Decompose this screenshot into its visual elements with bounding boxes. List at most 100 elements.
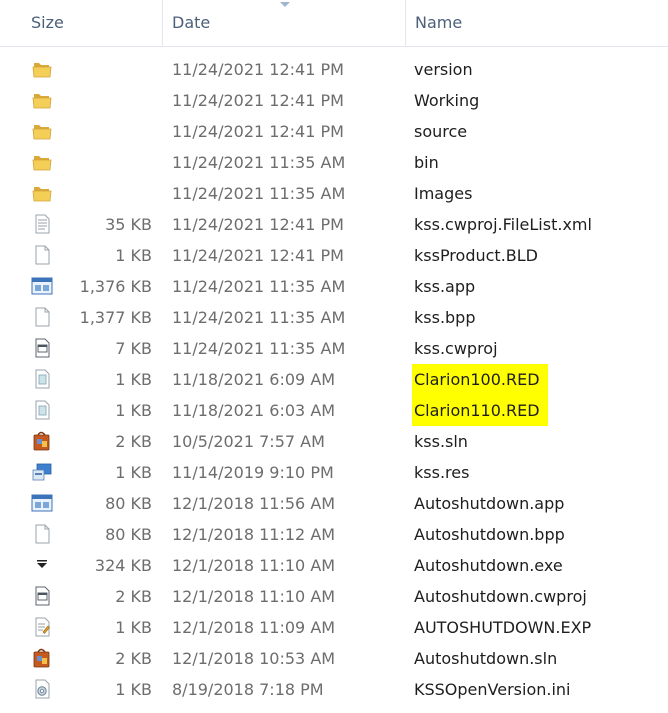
file-date: 11/14/2019 9:10 PM <box>172 463 334 482</box>
settings-file-icon <box>31 679 53 699</box>
solution-file-icon <box>31 431 53 451</box>
file-date: 11/24/2021 12:41 PM <box>172 122 344 141</box>
file-name[interactable]: version <box>414 54 473 85</box>
folder-icon <box>31 121 53 141</box>
file-row[interactable]: 1,377 KB 11/24/2021 11:35 AM kss.bpp <box>0 302 668 333</box>
file-name[interactable]: AUTOSHUTDOWN.EXP <box>414 612 591 643</box>
blank-file-icon <box>31 524 53 544</box>
file-list: 11/24/2021 12:41 PM version 11/24/2021 12:… <box>0 54 668 705</box>
blank-file-icon <box>31 245 53 265</box>
file-name[interactable]: kssProduct.BLD <box>414 240 538 271</box>
file-name[interactable]: Autoshutdown.sln <box>414 643 557 674</box>
sort-indicator-icon <box>280 2 290 7</box>
file-row[interactable]: 2 KB 12/1/2018 11:10 AM Autoshutdown.cwpro… <box>0 581 668 612</box>
file-row[interactable]: 1 KB 11/18/2021 6:03 AM Clarion110.RED <box>0 395 668 426</box>
file-row[interactable]: 1,376 KB 11/24/2021 11:35 AM kss.app <box>0 271 668 302</box>
file-size: 1 KB <box>115 463 152 482</box>
column-header-name[interactable]: Name <box>406 0 668 46</box>
file-name[interactable]: bin <box>414 147 439 178</box>
file-date: 12/1/2018 11:56 AM <box>172 494 336 513</box>
file-name[interactable]: Autoshutdown.app <box>414 488 564 519</box>
file-row[interactable]: 7 KB 11/24/2021 11:35 AM kss.cwproj <box>0 333 668 364</box>
file-name[interactable]: source <box>414 116 467 147</box>
file-size: 1 KB <box>115 618 152 637</box>
file-size: 35 KB <box>105 215 152 234</box>
file-date: 11/24/2021 11:35 AM <box>172 277 346 296</box>
file-date: 11/24/2021 11:35 AM <box>172 184 346 203</box>
solution-file-icon <box>31 648 53 668</box>
file-name[interactable]: kss.cwproj.FileList.xml <box>414 209 592 240</box>
file-row[interactable]: 80 KB 12/1/2018 11:12 AM Autoshutdown.bpp <box>0 519 668 550</box>
file-name[interactable]: Clarion110.RED <box>412 395 548 426</box>
folder-icon <box>31 90 53 110</box>
file-name[interactable]: kss.cwproj <box>414 333 498 364</box>
file-name[interactable]: kss.sln <box>414 426 468 457</box>
blank-file-icon <box>31 307 53 327</box>
file-row[interactable]: 11/24/2021 12:41 PM source <box>0 116 668 147</box>
file-row[interactable]: 324 KB 12/1/2018 11:10 AM Autoshutdown.exe <box>0 550 668 581</box>
file-name[interactable]: Working <box>414 85 479 116</box>
file-size: 1,376 KB <box>79 277 152 296</box>
file-row[interactable]: 80 KB 12/1/2018 11:56 AM Autoshutdown.app <box>0 488 668 519</box>
file-date: 10/5/2021 7:57 AM <box>172 432 325 451</box>
file-date: 11/24/2021 12:41 PM <box>172 60 344 79</box>
file-size: 324 KB <box>94 556 152 575</box>
folder-icon <box>31 183 53 203</box>
file-row[interactable]: 1 KB 12/1/2018 11:09 AM AUTOSHUTDOWN.EXP <box>0 612 668 643</box>
file-date: 12/1/2018 11:10 AM <box>172 556 336 575</box>
file-row[interactable]: 2 KB 10/5/2021 7:57 AM kss.sln <box>0 426 668 457</box>
file-size: 1,377 KB <box>79 308 152 327</box>
file-date: 11/24/2021 12:41 PM <box>172 91 344 110</box>
file-row[interactable]: 35 KB 11/24/2021 12:41 PM kss.cwproj.FileL… <box>0 209 668 240</box>
file-row[interactable]: 11/24/2021 12:41 PM version <box>0 54 668 85</box>
project-file-icon <box>31 338 53 358</box>
file-date: 12/1/2018 10:53 AM <box>172 649 336 668</box>
file-size: 1 KB <box>115 401 152 420</box>
column-header-bar: Size Date Name <box>0 0 668 47</box>
file-size: 2 KB <box>115 587 152 606</box>
file-date: 11/24/2021 12:41 PM <box>172 215 344 234</box>
file-size: 2 KB <box>115 649 152 668</box>
file-name[interactable]: kss.app <box>414 271 475 302</box>
file-name[interactable]: Autoshutdown.cwproj <box>414 581 587 612</box>
column-header-size[interactable]: Size <box>22 0 162 46</box>
file-row[interactable]: 11/24/2021 11:35 AM bin <box>0 147 668 178</box>
project-file-icon <box>31 586 53 606</box>
file-date: 11/18/2021 6:09 AM <box>172 370 336 389</box>
file-row[interactable]: 1 KB 11/24/2021 12:41 PM kssProduct.BLD <box>0 240 668 271</box>
file-row[interactable]: 11/24/2021 11:35 AM Images <box>0 178 668 209</box>
file-size: 7 KB <box>115 339 152 358</box>
app-window-icon <box>31 493 53 513</box>
exp-file-icon <box>31 617 53 637</box>
app-window-icon <box>31 276 53 296</box>
file-date: 11/18/2021 6:03 AM <box>172 401 336 420</box>
file-size: 1 KB <box>115 246 152 265</box>
file-row[interactable]: 1 KB 8/19/2018 7:18 PM KSSOpenVersion.ini <box>0 674 668 705</box>
file-row[interactable]: 1 KB 11/14/2019 9:10 PM kss.res <box>0 457 668 488</box>
file-date: 8/19/2018 7:18 PM <box>172 680 324 699</box>
file-name[interactable]: Autoshutdown.exe <box>414 550 563 581</box>
file-name[interactable]: kss.bpp <box>414 302 476 333</box>
file-size: 2 KB <box>115 432 152 451</box>
file-date: 12/1/2018 11:12 AM <box>172 525 336 544</box>
file-size: 80 KB <box>105 525 152 544</box>
file-name[interactable]: kss.res <box>414 457 469 488</box>
file-name[interactable]: Clarion100.RED <box>412 364 548 395</box>
file-row[interactable]: 11/24/2021 12:41 PM Working <box>0 85 668 116</box>
red-file-icon <box>31 369 53 389</box>
file-name[interactable]: KSSOpenVersion.ini <box>414 674 571 705</box>
file-date: 11/24/2021 12:41 PM <box>172 246 344 265</box>
file-size: 1 KB <box>115 370 152 389</box>
file-date: 11/24/2021 11:35 AM <box>172 153 346 172</box>
resource-file-icon <box>31 462 53 482</box>
file-name[interactable]: Autoshutdown.bpp <box>414 519 565 550</box>
file-row[interactable]: 1 KB 11/18/2021 6:09 AM Clarion100.RED <box>0 364 668 395</box>
file-name[interactable]: Images <box>414 178 472 209</box>
executable-icon <box>31 555 53 575</box>
folder-icon <box>31 152 53 172</box>
file-size: 1 KB <box>115 680 152 699</box>
file-row[interactable]: 2 KB 12/1/2018 10:53 AM Autoshutdown.sln <box>0 643 668 674</box>
file-size: 80 KB <box>105 494 152 513</box>
file-date: 11/24/2021 11:35 AM <box>172 308 346 327</box>
file-date: 12/1/2018 11:09 AM <box>172 618 336 637</box>
